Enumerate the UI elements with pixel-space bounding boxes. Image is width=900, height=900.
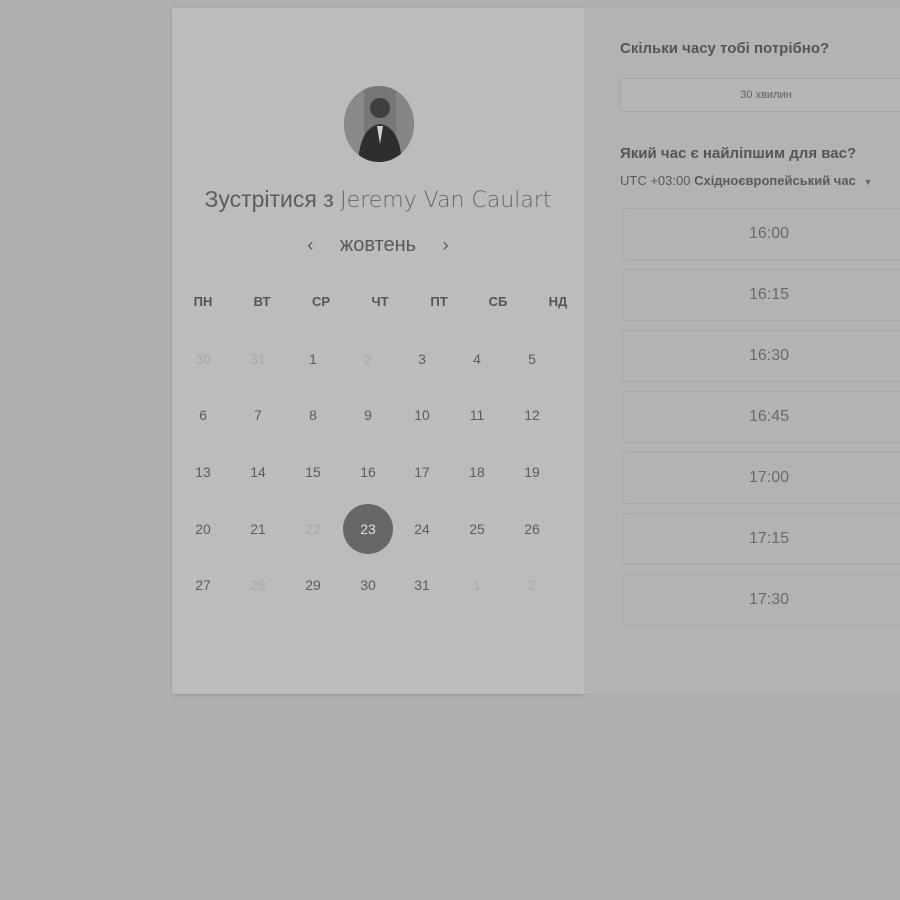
duration-option-button[interactable]: 30 хвилин: [620, 78, 900, 112]
calendar-day: 22: [305, 521, 321, 537]
calendar-day: 31: [250, 351, 266, 367]
calendar-day[interactable]: 11: [453, 391, 501, 439]
calendar-day: 2: [528, 577, 536, 593]
calendar-day: 2: [364, 351, 372, 367]
calendar-day[interactable]: 31: [398, 561, 446, 609]
month-label: жовтень: [339, 234, 417, 256]
caret-down-icon: ▼: [863, 177, 873, 187]
timezone-selector[interactable]: UTC +03:00 Східноєвропейський час ▼: [620, 173, 872, 188]
meeting-title-prefix: Зустрітися з: [204, 186, 334, 212]
calendar-day[interactable]: 25: [453, 505, 501, 553]
calendar-day: 1: [473, 577, 481, 593]
time-slot-button[interactable]: 17:00: [623, 452, 900, 504]
meeting-title: Зустрітися з Jeremy Van Caulart: [172, 186, 584, 213]
timezone-offset: UTC +03:00: [620, 173, 691, 188]
calendar-day[interactable]: 12: [508, 391, 556, 439]
calendar-day[interactable]: 26: [508, 505, 556, 553]
weekday-header-row: ПН ВТ СР ЧТ ПТ СБ НД: [172, 294, 584, 314]
calendar-day[interactable]: 4: [453, 335, 501, 383]
chevron-left-icon[interactable]: ‹: [300, 235, 320, 256]
weekday-label: ПТ: [430, 294, 448, 309]
weekday-label: НД: [548, 294, 568, 309]
time-slot-button[interactable]: 16:00: [623, 208, 900, 260]
calendar-day[interactable]: 19: [508, 448, 556, 496]
calendar-day[interactable]: 21: [234, 505, 282, 553]
weekday-label: ПН: [193, 294, 213, 309]
weekday-label: СБ: [488, 294, 508, 309]
calendar-day[interactable]: 7: [234, 391, 282, 439]
calendar-day[interactable]: 27: [179, 561, 227, 609]
calendar-day[interactable]: 18: [453, 448, 501, 496]
calendar-day[interactable]: 14: [234, 448, 282, 496]
calendar-day-selected[interactable]: 23: [343, 504, 393, 554]
weekday-label: ВТ: [253, 294, 271, 309]
calendar-day: 28: [250, 577, 266, 593]
calendar-day[interactable]: 5: [508, 335, 556, 383]
calendar-day[interactable]: 29: [289, 561, 337, 609]
duration-question: Скільки часу тобі потрібно?: [620, 40, 830, 57]
chevron-right-icon[interactable]: ›: [436, 235, 456, 256]
calendar-day[interactable]: 3: [398, 335, 446, 383]
calendar-day: 30: [195, 351, 211, 367]
weekday-label: ЧТ: [371, 294, 389, 309]
time-slot-button[interactable]: 16:45: [623, 391, 900, 443]
host-name: Jeremy Van Caulart: [340, 188, 552, 213]
timezone-name: Східноєвропейський час: [694, 173, 856, 188]
time-slot-button[interactable]: 17:15: [623, 513, 900, 565]
month-navigation: ‹ жовтень ›: [172, 234, 584, 257]
host-avatar: [344, 86, 414, 162]
calendar-day[interactable]: 8: [289, 391, 337, 439]
calendar-day[interactable]: 15: [289, 448, 337, 496]
calendar-day[interactable]: 17: [398, 448, 446, 496]
calendar-day[interactable]: 20: [179, 505, 227, 553]
calendar-day[interactable]: 10: [398, 391, 446, 439]
calendar-day[interactable]: 16: [344, 448, 392, 496]
time-selection-panel: Скільки часу тобі потрібно? 30 хвилин Як…: [584, 8, 900, 695]
calendar-day[interactable]: 6: [179, 391, 227, 439]
calendar-day[interactable]: 24: [398, 505, 446, 553]
weekday-label: СР: [311, 294, 331, 309]
scheduler-calendar-panel: Зустрітися з Jeremy Van Caulart ‹ жовтен…: [172, 8, 584, 694]
time-slot-button[interactable]: 17:30: [623, 574, 900, 626]
time-question: Який час є найліпшим для вас?: [620, 145, 857, 162]
time-slot-button[interactable]: 16:30: [623, 330, 900, 382]
calendar-day[interactable]: 1: [289, 335, 337, 383]
time-slot-button[interactable]: 16:15: [623, 269, 900, 321]
calendar-day[interactable]: 13: [179, 448, 227, 496]
calendar-day[interactable]: 9: [344, 391, 392, 439]
person-photo-icon: [344, 86, 414, 162]
calendar-day[interactable]: 30: [344, 561, 392, 609]
